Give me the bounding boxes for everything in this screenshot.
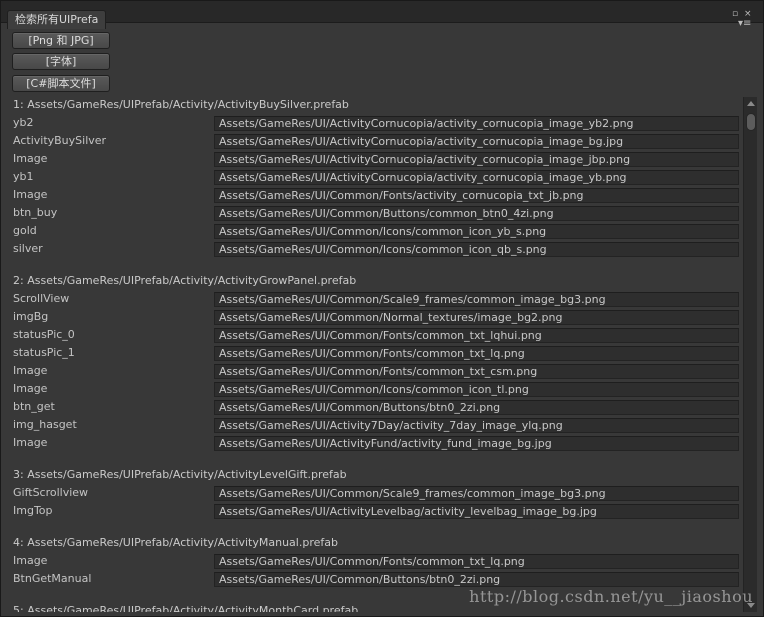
object-name-label: Image: [13, 364, 48, 377]
texture-path-field[interactable]: Assets/GameRes/UI/Activity7Day/activity_…: [214, 418, 739, 433]
object-name-label: Image: [13, 188, 48, 201]
texture-path-field[interactable]: Assets/GameRes/UI/ActivityCornucopia/act…: [214, 116, 739, 131]
object-name-label: img_hasget: [13, 418, 77, 431]
texture-path-field[interactable]: Assets/GameRes/UI/Common/Buttons/btn0_2z…: [214, 400, 739, 415]
texture-path-field[interactable]: Assets/GameRes/UI/Common/Buttons/common_…: [214, 206, 739, 221]
window-tab[interactable]: 检索所有UIPrefa: [7, 10, 106, 29]
texture-path-field[interactable]: Assets/GameRes/UI/Common/Fonts/common_tx…: [214, 328, 739, 343]
object-name-label: yb2: [13, 116, 34, 129]
object-name-label: btn_get: [13, 400, 55, 413]
prefab-header: 3: Assets/GameRes/UIPrefab/Activity/Acti…: [13, 468, 347, 481]
texture-path-field[interactable]: Assets/GameRes/UI/Common/Fonts/common_tx…: [214, 554, 739, 569]
texture-path-field[interactable]: Assets/GameRes/UI/Common/Scale9_frames/c…: [214, 486, 739, 501]
object-name-label: ActivityBuySilver: [13, 134, 107, 147]
object-name-label: ScrollView: [13, 292, 70, 305]
scroll-up-arrow-icon[interactable]: [747, 101, 755, 106]
png-jpg-button[interactable]: [Png 和 JPG]: [12, 32, 110, 49]
watermark: http://blog.csdn.net/yu__jiaoshou: [469, 587, 753, 606]
texture-path-field[interactable]: Assets/GameRes/UI/Common/Fonts/common_tx…: [214, 364, 739, 379]
object-name-label: imgBg: [13, 310, 49, 323]
texture-path-field[interactable]: Assets/GameRes/UI/Common/Buttons/btn0_2z…: [214, 572, 739, 587]
object-name-label: gold: [13, 224, 37, 237]
texture-path-field[interactable]: Assets/GameRes/UI/Common/Icons/common_ic…: [214, 224, 739, 239]
scrollbar-thumb[interactable]: [746, 113, 756, 131]
object-name-label: Image: [13, 436, 48, 449]
texture-path-field[interactable]: Assets/GameRes/UI/ActivityFund/activity_…: [214, 436, 739, 451]
texture-path-field[interactable]: Assets/GameRes/UI/Common/Scale9_frames/c…: [214, 292, 739, 307]
texture-path-field[interactable]: Assets/GameRes/UI/ActivityLevelbag/activ…: [214, 504, 739, 519]
texture-path-field[interactable]: Assets/GameRes/UI/ActivityCornucopia/act…: [214, 134, 739, 149]
object-name-label: BtnGetManual: [13, 572, 92, 585]
object-name-label: statusPic_0: [13, 328, 75, 341]
object-name-label: Image: [13, 152, 48, 165]
object-name-label: ImgTop: [13, 504, 53, 517]
object-name-label: silver: [13, 242, 43, 255]
texture-path-field[interactable]: Assets/GameRes/UI/Common/Icons/common_ic…: [214, 382, 739, 397]
texture-path-field[interactable]: Assets/GameRes/UI/Common/Fonts/activity_…: [214, 188, 739, 203]
font-button[interactable]: [字体]: [12, 53, 110, 70]
tab-bar: 检索所有UIPrefa ▫ × ▾≡: [1, 1, 763, 29]
texture-path-field[interactable]: Assets/GameRes/UI/ActivityCornucopia/act…: [214, 170, 739, 185]
texture-path-field[interactable]: Assets/GameRes/UI/ActivityCornucopia/act…: [214, 152, 739, 167]
vertical-scrollbar[interactable]: [743, 97, 757, 612]
texture-path-field[interactable]: Assets/GameRes/UI/Common/Normal_textures…: [214, 310, 739, 325]
texture-path-field[interactable]: Assets/GameRes/UI/Common/Icons/common_ic…: [214, 242, 739, 257]
object-name-label: btn_buy: [13, 206, 58, 219]
object-name-label: yb1: [13, 170, 34, 183]
object-name-label: GiftScrollview: [13, 486, 89, 499]
prefab-header: 2: Assets/GameRes/UIPrefab/Activity/Acti…: [13, 274, 357, 287]
result-list: 1: Assets/GameRes/UIPrefab/Activity/Acti…: [1, 97, 745, 612]
context-menu-icon[interactable]: ▾≡: [738, 19, 751, 29]
prefab-header: 4: Assets/GameRes/UIPrefab/Activity/Acti…: [13, 536, 338, 549]
editor-window: 检索所有UIPrefa ▫ × ▾≡ [Png 和 JPG] [字体] [C#脚…: [0, 0, 764, 617]
object-name-label: statusPic_1: [13, 346, 75, 359]
texture-path-field[interactable]: Assets/GameRes/UI/Common/Fonts/common_tx…: [214, 346, 739, 361]
prefab-header: 1: Assets/GameRes/UIPrefab/Activity/Acti…: [13, 98, 349, 111]
object-name-label: Image: [13, 554, 48, 567]
prefab-header: 5: Assets/GameRes/UIPrefab/Activity/Acti…: [13, 604, 359, 612]
object-name-label: Image: [13, 382, 48, 395]
script-button[interactable]: [C#脚本文件]: [12, 75, 110, 92]
